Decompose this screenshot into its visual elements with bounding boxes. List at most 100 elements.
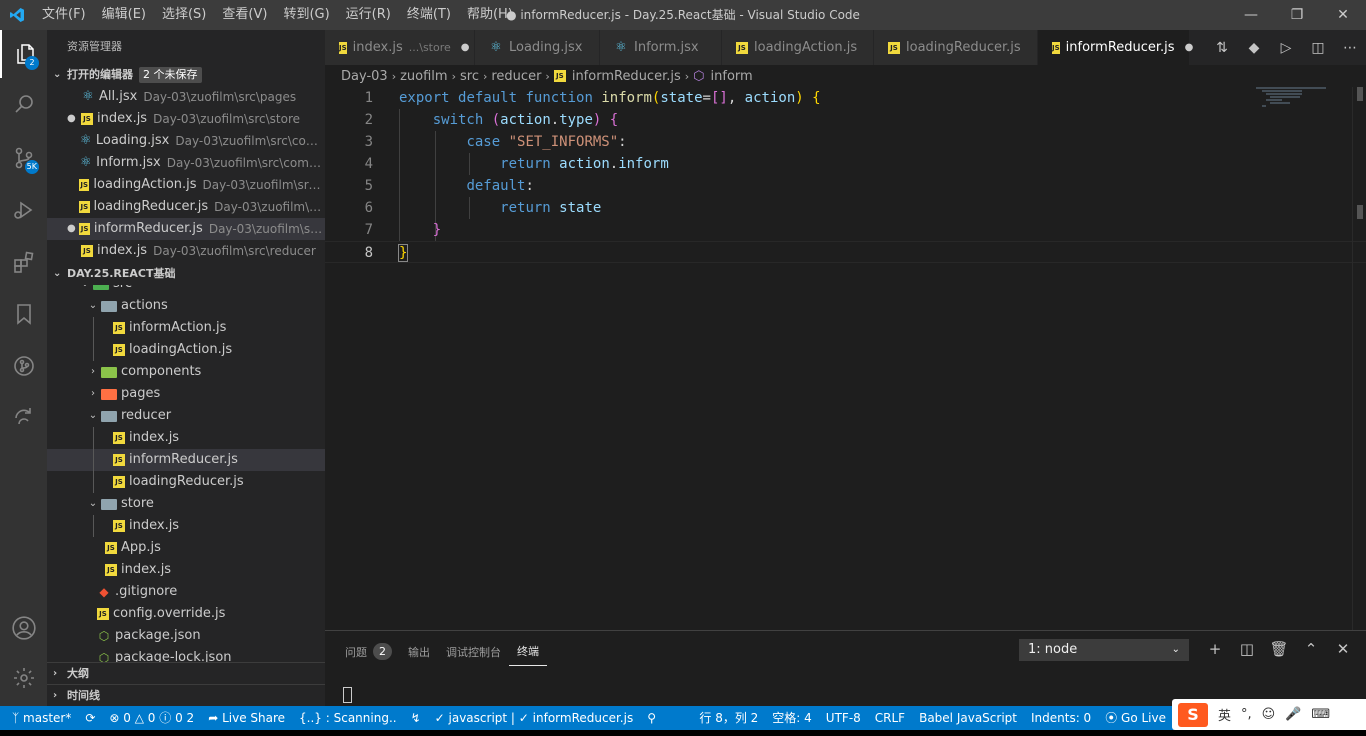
minimize-icon[interactable]: — [1228,0,1274,30]
menu-go[interactable]: 转到(G) [275,0,337,30]
breadcrumb-item[interactable]: inform [711,69,753,84]
timeline-header[interactable]: › 时间线 [47,684,325,706]
pin-icon[interactable]: ⚲ [640,706,663,730]
tab-loading-jsx[interactable]: ⚛ Loading.jsx [475,30,600,65]
breadcrumb-item[interactable]: src [460,69,479,84]
tree-folder-actions[interactable]: ⌄ actions [47,295,325,317]
tree-file[interactable]: JS index.js [47,427,325,449]
branch-status[interactable]: ᛉ master* [0,706,78,730]
open-editor-item[interactable]: JS loadingReducer.js Day-03\zuofilm\src\… [47,196,325,218]
settings-gear-icon[interactable] [0,654,47,702]
explorer-icon[interactable]: 2 [0,30,47,78]
tree-folder-src[interactable]: ⌄ src [47,285,325,295]
workspace-header[interactable]: ⌄ DAY.25.REACT基础 [47,263,325,285]
breadcrumb-item[interactable]: Day-03 [341,69,388,84]
punctuation-icon[interactable]: °, [1241,707,1252,722]
minimap[interactable] [1256,87,1352,147]
open-editors-header[interactable]: ⌄ 打开的编辑器 2 个未保存 [47,64,325,86]
breadcrumb-item[interactable]: reducer [491,69,541,84]
chevron-up-icon[interactable]: ⌃ [1295,637,1327,661]
open-editor-item-active[interactable]: ● JS informReducer.js Day-03\zuofilm\src… [47,218,325,240]
keyboard-icon[interactable]: ⌨ [1311,707,1330,722]
tree-file[interactable]: JS config.override.js [47,603,325,625]
source-control-icon[interactable]: 5K [0,134,47,182]
tree-folder-store[interactable]: ⌄ store [47,493,325,515]
menu-terminal[interactable]: 终端(T) [399,0,459,30]
open-editor-item[interactable]: JS index.js Day-03\zuofilm\src\reducer [47,240,325,262]
tree-file[interactable]: JS App.js [47,537,325,559]
bookmark-icon[interactable] [0,290,47,338]
tree-folder-pages[interactable]: › pages [47,383,325,405]
tab-index-js[interactable]: JS index.js ...\store ● [325,30,475,65]
open-editor-item[interactable]: ⚛ All.jsx Day-03\zuofilm\src\pages [47,86,325,108]
more-icon[interactable]: ⋯ [1334,40,1366,56]
indent-spaces[interactable]: 空格: 4 [765,706,819,730]
account-icon[interactable] [0,604,47,652]
scanning-status[interactable]: {..} : Scanning.. [292,706,404,730]
close-icon[interactable]: ✕ [1320,0,1366,30]
tab-output[interactable]: 输出 [400,637,438,666]
search-icon[interactable] [0,80,47,128]
open-editor-item[interactable]: JS loadingAction.js Day-03\zuofilm\src\a… [47,174,325,196]
eol[interactable]: CRLF [868,706,912,730]
live-share-icon[interactable] [0,392,47,440]
tab-informreducer-js[interactable]: JS informReducer.js ● [1038,30,1193,65]
extensions-icon[interactable] [0,238,47,286]
ime-mode[interactable]: 英 [1218,705,1231,724]
compare-icon[interactable]: ⇅ [1206,40,1238,56]
mic-icon[interactable]: 🎤 [1285,707,1301,722]
tree-file[interactable]: JS loadingReducer.js [47,471,325,493]
menu-run[interactable]: 运行(R) [338,0,399,30]
ime-toolbar[interactable]: S 英 °, ☺ 🎤 ⌨ [1172,699,1366,730]
tree-file[interactable]: JS index.js [47,559,325,581]
lightning-icon[interactable]: ↯ [404,706,428,730]
tree-file[interactable]: JS index.js [47,515,325,537]
tab-problems[interactable]: 问题 2 [337,637,400,666]
terminal-select[interactable]: 1: node ⌄ [1019,639,1189,661]
git-icon[interactable]: ◆ [1238,40,1270,56]
menu-selection[interactable]: 选择(S) [154,0,214,30]
tab-inform-jsx[interactable]: ⚛ Inform.jsx [600,30,722,65]
encoding[interactable]: UTF-8 [819,706,868,730]
outline-header[interactable]: › 大纲 [47,662,325,684]
run-debug-icon[interactable] [0,186,47,234]
breadcrumb-item[interactable]: informReducer.js [572,69,681,84]
check-status[interactable]: ✓ javascript | ✓ informReducer.js [428,706,641,730]
language-mode[interactable]: Babel JavaScript [912,706,1024,730]
live-share-status[interactable]: ➦ Live Share [201,706,292,730]
run-icon[interactable]: ▷ [1270,40,1302,56]
split-terminal-icon[interactable]: ◫ [1231,637,1263,661]
tab-terminal[interactable]: 终端 [509,637,547,666]
tree-file-selected[interactable]: JS informReducer.js [47,449,325,471]
tree-file[interactable]: JS informAction.js [47,317,325,339]
tree-file[interactable]: JS loadingAction.js [47,339,325,361]
indents-status[interactable]: Indents: 0 [1024,706,1098,730]
tab-loadingaction-js[interactable]: JS loadingAction.js [722,30,874,65]
open-editor-item[interactable]: ● JS index.js Day-03\zuofilm\src\store [47,108,325,130]
close-panel-icon[interactable]: ✕ [1327,637,1359,661]
menu-file[interactable]: 文件(F) [34,0,94,30]
problems-status[interactable]: ⊗ 0 △ 0 ⓘ 0 2 [102,706,201,730]
menu-view[interactable]: 查看(V) [214,0,275,30]
tree-file[interactable]: ◆ .gitignore [47,581,325,603]
tab-debug-console[interactable]: 调试控制台 [438,637,509,666]
sync-icon[interactable]: ⟳ [78,706,102,730]
menu-help[interactable]: 帮助(H) [459,0,521,30]
tab-loadingreducer-js[interactable]: JS loadingReducer.js [874,30,1038,65]
tree-folder-components[interactable]: › components [47,361,325,383]
cursor-position[interactable]: 行 8，列 2 [692,706,765,730]
menu-edit[interactable]: 编辑(E) [94,0,154,30]
breadcrumb-item[interactable]: zuofilm [400,69,447,84]
emoji-icon[interactable]: ☺ [1262,707,1276,722]
tree-file[interactable]: ⬡ package.json [47,625,325,647]
git-graph-icon[interactable] [0,342,47,390]
tree-folder-reducer[interactable]: ⌄ reducer [47,405,325,427]
restore-icon[interactable]: ❐ [1274,0,1320,30]
trash-icon[interactable]: 🗑 [1263,637,1295,661]
open-editor-item[interactable]: ⚛ Loading.jsx Day-03\zuofilm\src\compo..… [47,130,325,152]
code-editor[interactable]: 1 export default function inform(state=[… [325,87,1366,630]
add-terminal-icon[interactable]: + [1199,637,1231,661]
open-editor-item[interactable]: ⚛ Inform.jsx Day-03\zuofilm\src\compon..… [47,152,325,174]
vertical-scrollbar[interactable] [1352,87,1366,630]
split-editor-icon[interactable]: ◫ [1302,40,1334,56]
